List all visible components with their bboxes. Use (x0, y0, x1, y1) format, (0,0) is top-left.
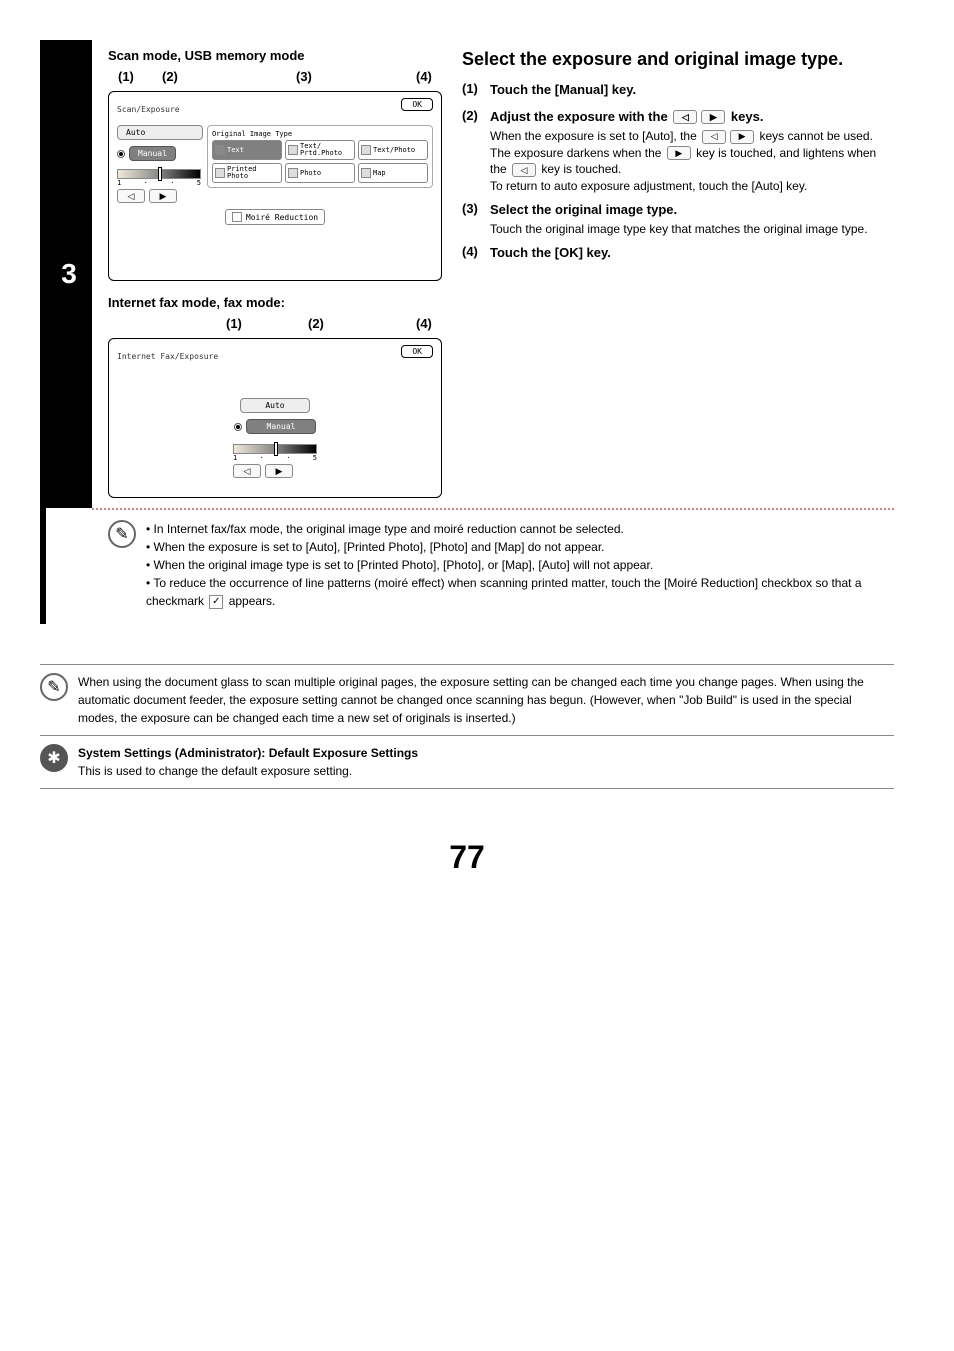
ok-button-2[interactable]: OK (401, 345, 433, 358)
note-list: In Internet fax/fax mode, the original i… (146, 520, 884, 610)
manual-radio-icon-2 (234, 423, 242, 431)
manual-tab-2[interactable]: Manual (246, 419, 316, 434)
exposure-bar (117, 169, 201, 179)
note-icon: ✎ (108, 520, 136, 548)
type-printed-photo[interactable]: Printed Photo (212, 163, 282, 183)
exposure-bar-2 (233, 444, 317, 454)
step-heading: Select the exposure and original image t… (462, 48, 894, 71)
panel-header: Scan/Exposure (117, 105, 180, 114)
right-arrow-icon: ▶ (730, 130, 754, 144)
ok-button[interactable]: OK (401, 98, 433, 111)
lighten-button-2[interactable]: ◁ (233, 464, 261, 478)
scan-exposure-panel: Scan/Exposure OK Auto Manual 1··5 ◁ (108, 91, 442, 281)
left-arrow-icon: ◁ (512, 163, 536, 177)
page-number: 77 (40, 839, 894, 876)
callout-3: (3) (296, 69, 312, 84)
mode-title-ifax: Internet fax mode, fax mode: (108, 295, 442, 310)
panel-header-2: Internet Fax/Exposure (117, 352, 218, 361)
step-number: 3 (46, 40, 92, 508)
type-map[interactable]: Map (358, 163, 428, 183)
right-arrow-icon: ▶ (701, 110, 725, 124)
manual-tab[interactable]: Manual (129, 146, 176, 161)
auto-tab-2[interactable]: Auto (240, 398, 310, 413)
auto-tab[interactable]: Auto (117, 125, 203, 140)
substep-3-num: (3) (462, 201, 490, 238)
note-icon: ✎ (40, 673, 68, 701)
darken-button[interactable]: ▶ (149, 189, 177, 203)
callout-4b: (4) (416, 316, 432, 331)
footer-note-2: System Settings (Administrator): Default… (78, 744, 894, 780)
mode-title-scan: Scan mode, USB memory mode (108, 48, 442, 63)
original-image-type-box: Original Image Type Text Text/ Prtd.Phot… (207, 125, 433, 188)
substep-3-desc: Touch the original image type key that m… (490, 221, 894, 238)
callout-2b: (2) (308, 316, 324, 331)
type-text-photo[interactable]: Text/Photo (358, 140, 428, 160)
darken-button-2[interactable]: ▶ (265, 464, 293, 478)
substep-4-title: Touch the [OK] key. (490, 244, 894, 262)
scale-min-2: 1 (233, 454, 237, 462)
checkmark-icon: ✓ (209, 595, 223, 609)
right-arrow-icon: ▶ (667, 146, 691, 160)
callout-2: (2) (162, 69, 178, 84)
lighten-button[interactable]: ◁ (117, 189, 145, 203)
type-photo[interactable]: Photo (285, 163, 355, 183)
type-text-prtd-photo[interactable]: Text/ Prtd.Photo (285, 140, 355, 160)
ifax-exposure-panel: Internet Fax/Exposure OK Auto Manual 1··… (108, 338, 442, 498)
substep-1-num: (1) (462, 81, 490, 101)
substep-1-title: Touch the [Manual] key. (490, 81, 894, 99)
scale-max: 5 (197, 179, 201, 187)
moire-reduction-checkbox[interactable]: Moiré Reduction (225, 209, 325, 225)
callout-1b: (1) (226, 316, 242, 331)
scale-max-2: 5 (313, 454, 317, 462)
manual-radio-icon (117, 150, 125, 158)
gear-icon: ✱ (40, 744, 68, 772)
substep-2-num: (2) (462, 108, 490, 195)
scale-min: 1 (117, 179, 121, 187)
orig-type-title: Original Image Type (212, 130, 428, 138)
callout-1: (1) (118, 69, 134, 84)
callout-4: (4) (416, 69, 432, 84)
substep-4-num: (4) (462, 244, 490, 264)
left-arrow-icon: ◁ (673, 110, 697, 124)
footer-note-1: When using the document glass to scan mu… (78, 673, 894, 727)
left-arrow-icon: ◁ (702, 130, 726, 144)
substep-2-desc: When the exposure is set to [Auto], the … (490, 128, 894, 195)
type-text[interactable]: Text (212, 140, 282, 160)
substep-2-title: Adjust the exposure with the ◁▶ keys. (490, 108, 894, 126)
substep-3-title: Select the original image type. (490, 201, 894, 219)
